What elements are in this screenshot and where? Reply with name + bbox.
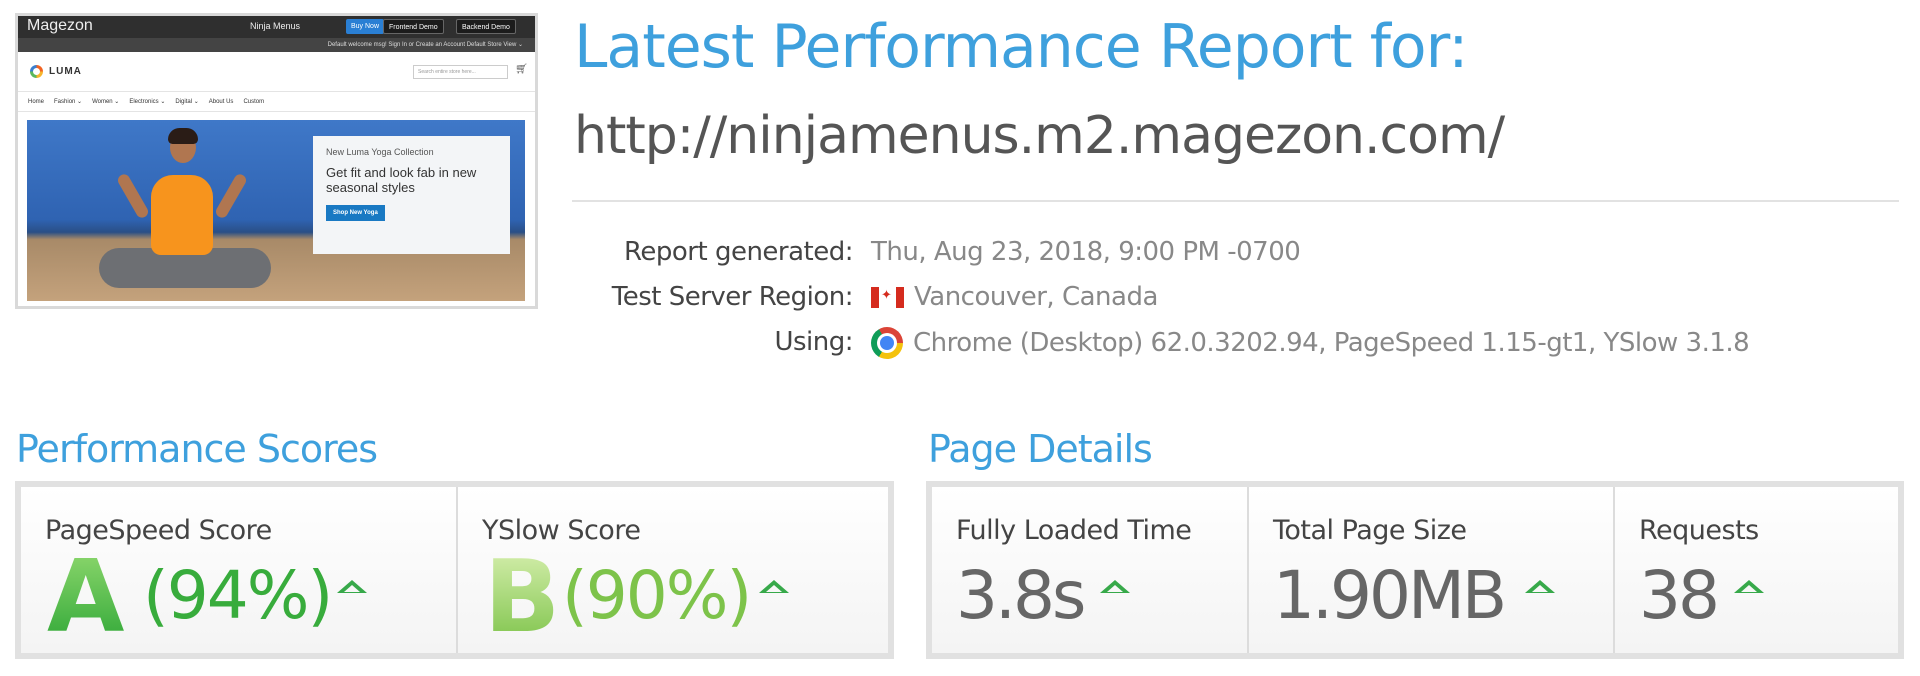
total-page-size-card[interactable]: Total Page Size 1.90MB bbox=[1249, 487, 1615, 653]
performance-scores-panel: PageSpeed Score A (94%) YSlow Score B (9… bbox=[15, 481, 894, 659]
yoga-figure-torso bbox=[151, 175, 213, 255]
arrow-up-icon bbox=[1525, 580, 1555, 593]
yslow-grade: B bbox=[484, 538, 561, 655]
nav-item: Custom bbox=[243, 98, 265, 105]
fully-loaded-time-label: Fully Loaded Time bbox=[956, 515, 1192, 546]
pagespeed-percent: (94%) bbox=[143, 557, 333, 634]
luma-header: LUMA Search entire store here... 🛒︎ bbox=[18, 52, 535, 92]
yoga-figure-arm bbox=[213, 172, 249, 220]
server-region-value: Vancouver, Canada bbox=[871, 282, 1158, 312]
nav-item: Women ⌄ bbox=[92, 99, 120, 105]
luma-logo-icon bbox=[30, 65, 43, 78]
using-text: Chrome (Desktop) 62.0.3202.94, PageSpeed… bbox=[913, 328, 1750, 358]
site-title: Ninja Menus bbox=[250, 21, 301, 31]
arrow-up-icon bbox=[759, 580, 789, 593]
promo-kicker: New Luma Yoga Collection bbox=[326, 147, 434, 157]
divider bbox=[572, 200, 1899, 202]
store-search-input: Search entire store here... bbox=[413, 65, 508, 79]
hero-banner: New Luma Yoga Collection Get fit and loo… bbox=[27, 120, 525, 301]
pagespeed-grade: A bbox=[47, 538, 125, 655]
arrow-up-icon bbox=[1734, 580, 1764, 593]
pagespeed-score-card[interactable]: PageSpeed Score A (94%) bbox=[21, 487, 458, 653]
promo-card: New Luma Yoga Collection Get fit and loo… bbox=[313, 136, 510, 254]
requests-label: Requests bbox=[1639, 515, 1759, 546]
yslow-score-card[interactable]: YSlow Score B (90%) bbox=[458, 487, 888, 653]
backend-demo-button: Backend Demo bbox=[456, 19, 516, 34]
site-screenshot-thumbnail: Magezon Ninja Menus Buy Now Frontend Dem… bbox=[15, 13, 538, 309]
store-nav: Home Fashion ⌄ Women ⌄ Electronics ⌄ Dig… bbox=[18, 92, 535, 112]
luma-logo-text: LUMA bbox=[49, 66, 82, 77]
nav-item: About Us bbox=[208, 98, 234, 105]
chrome-icon bbox=[871, 327, 903, 359]
shop-new-yoga-button: Shop New Yoga bbox=[326, 205, 385, 221]
buy-now-button: Buy Now bbox=[346, 19, 385, 34]
requests-value: 38 bbox=[1639, 557, 1720, 634]
yoga-figure-hair bbox=[168, 128, 198, 144]
fully-loaded-time-value: 3.8s bbox=[956, 557, 1086, 634]
report-title: Latest Performance Report for: bbox=[574, 12, 1468, 82]
arrow-up-icon bbox=[337, 580, 367, 593]
promo-heading: Get fit and look fab in new seasonal sty… bbox=[326, 165, 477, 195]
server-region-text: Vancouver, Canada bbox=[914, 282, 1158, 312]
fully-loaded-time-card[interactable]: Fully Loaded Time 3.8s bbox=[932, 487, 1249, 653]
page-details-title: Page Details bbox=[928, 427, 1153, 471]
cart-icon: 🛒︎ bbox=[515, 64, 528, 75]
report-url[interactable]: http://ninjamenus.m2.magezon.com/ bbox=[574, 106, 1505, 166]
report-generated-label: Report generated: bbox=[623, 237, 854, 267]
luma-logo: LUMA bbox=[30, 65, 82, 78]
arrow-up-icon bbox=[1100, 580, 1130, 593]
total-page-size-label: Total Page Size bbox=[1273, 515, 1467, 546]
nav-item: Fashion ⌄ bbox=[54, 99, 83, 105]
magezon-topbar: Magezon Ninja Menus Buy Now Frontend Dem… bbox=[18, 16, 535, 38]
nav-item: Digital ⌄ bbox=[175, 99, 199, 105]
server-region-label: Test Server Region: bbox=[611, 282, 854, 312]
nav-item: Electronics ⌄ bbox=[129, 99, 166, 105]
total-page-size-value: 1.90MB bbox=[1273, 557, 1507, 634]
yoga-figure-arm bbox=[115, 172, 151, 220]
using-label: Using: bbox=[774, 327, 853, 357]
performance-scores-title: Performance Scores bbox=[16, 427, 378, 471]
magezon-logo: Magezon bbox=[27, 17, 93, 34]
frontend-demo-button: Frontend Demo bbox=[383, 19, 444, 34]
report-generated-text: Thu, Aug 23, 2018, 9:00 PM -0700 bbox=[871, 237, 1301, 267]
canada-flag-icon bbox=[871, 286, 904, 308]
page-details-panel: Fully Loaded Time 3.8s Total Page Size 1… bbox=[926, 481, 1904, 659]
nav-item: Home bbox=[28, 98, 45, 105]
yslow-percent: (90%) bbox=[562, 557, 752, 634]
report-generated-value: Thu, Aug 23, 2018, 9:00 PM -0700 bbox=[871, 237, 1301, 267]
account-links: Default welcome msg! Sign In or Create a… bbox=[18, 38, 535, 52]
requests-card[interactable]: Requests 38 bbox=[1615, 487, 1898, 653]
using-value: Chrome (Desktop) 62.0.3202.94, PageSpeed… bbox=[871, 327, 1750, 359]
